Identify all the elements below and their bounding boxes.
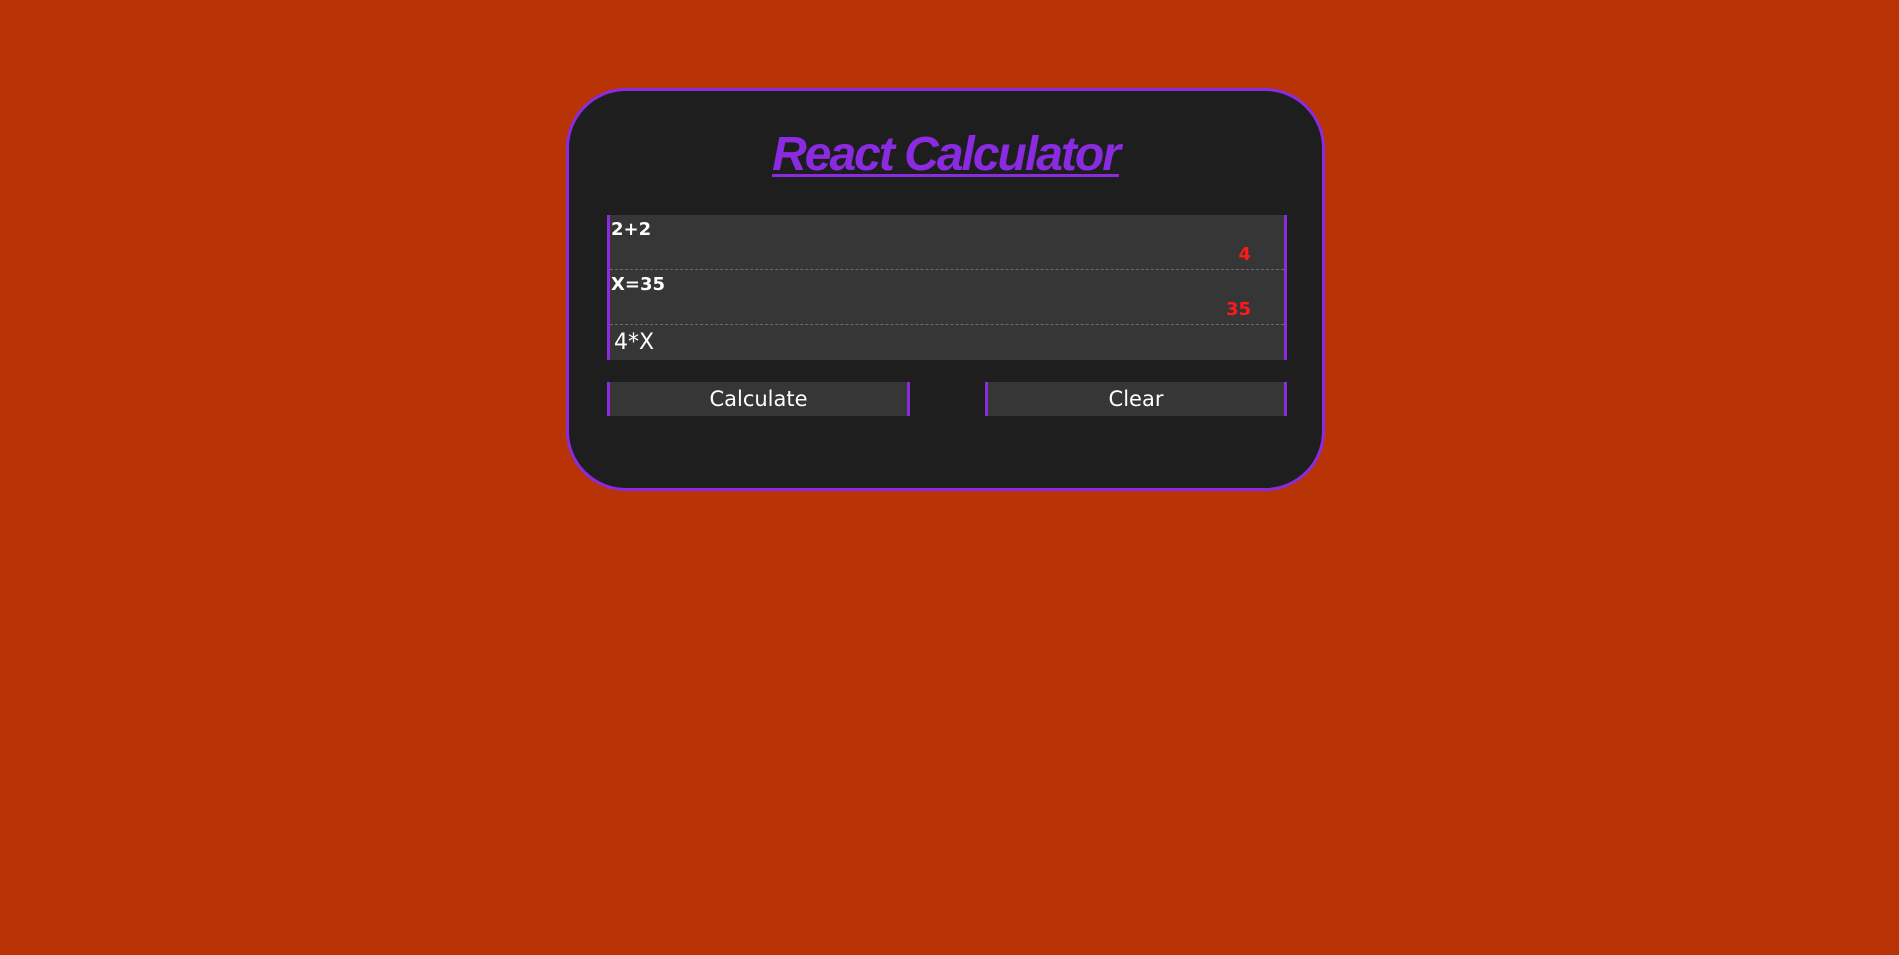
clear-button[interactable]: Clear — [985, 382, 1287, 416]
history-expression: X=35 — [611, 274, 666, 295]
history-entry: 2+2 4 — [610, 215, 1284, 270]
history-result: 4 — [1238, 244, 1251, 265]
history-entry: X=35 35 — [610, 270, 1284, 325]
history-expression: 2+2 — [611, 219, 652, 240]
expression-input[interactable] — [610, 325, 1284, 360]
history-result: 35 — [1225, 299, 1251, 320]
page-title: React Calculator — [772, 128, 1121, 181]
calculator-display: 2+2 4 X=35 35 — [607, 215, 1287, 360]
calculator-card: React Calculator 2+2 4 X=35 35 Calculate… — [566, 88, 1325, 491]
calculate-button[interactable]: Calculate — [607, 382, 910, 416]
